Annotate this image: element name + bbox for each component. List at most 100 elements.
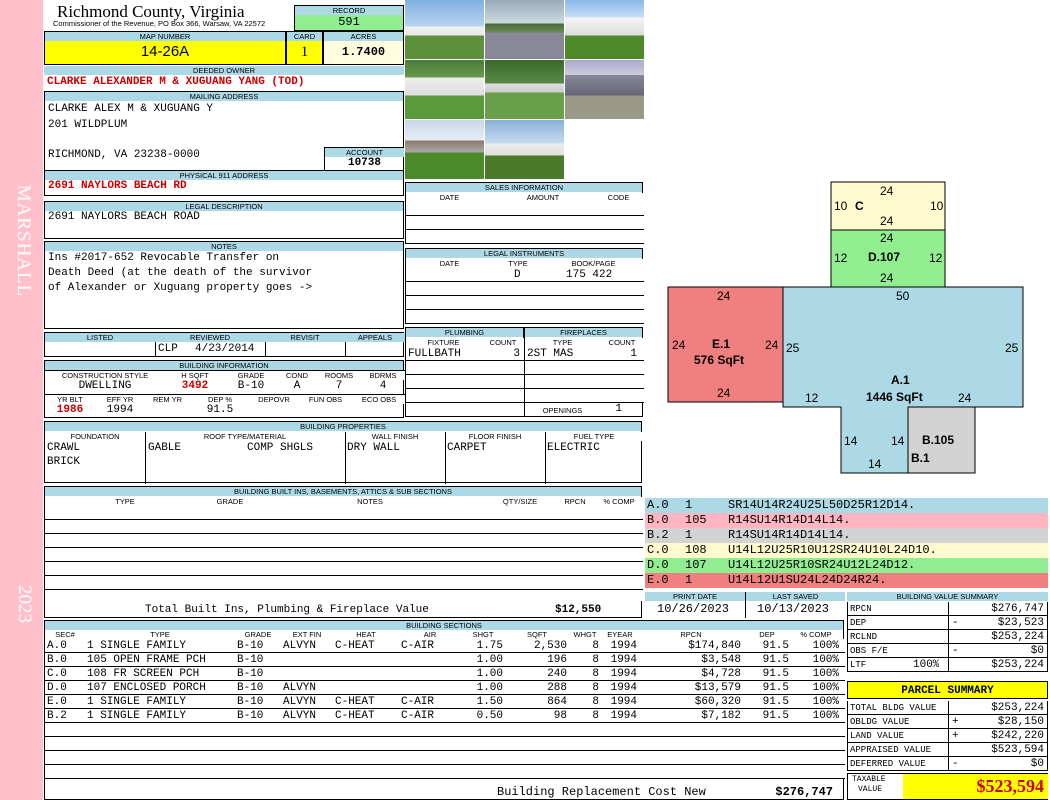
photo-house-4 [485,60,564,119]
bvs-row: LTF 100% $253,224 [847,658,1048,672]
svg-text:24: 24 [717,386,731,400]
svg-text:25: 25 [786,341,800,355]
parcel-summary: PARCEL SUMMARY TOTAL BLDG VALUE $253,224 O… [847,681,1048,800]
replacement-cost-value: $276,747 [775,785,833,799]
photo-house-1 [405,0,484,59]
sketch-legend: A.0 1 SR14U14R24U25L50D25R12D14. B.0 105 R14S… [645,498,1048,588]
photo-grid [405,0,645,180]
plumbing-section: PLUMBING FIXTURE COUNT FULLBATH 3 [405,327,525,417]
legend-row: B.2 1 R14SU14R14D14L14. [645,528,1048,543]
taxable-box: TAXABLE VALUE $523,594 [847,773,1048,800]
svg-text:576 SqFt: 576 SqFt [694,353,744,367]
table-row: E.0 1 SINGLE FAMILY B-10 ALVYN C-HEAT C-AIR 1.… [47,696,839,708]
notes-section: NOTES Ins #2017-652 Revocable Transfer o… [44,241,404,329]
account-box: ACCOUNT 10738 [324,147,404,171]
sketch-e-label: E.1 [712,337,730,351]
taxable-value: $523,594 [903,774,1048,799]
table-row: C.0 108 FR SCREEN PCH B-10 1.00 240 8 1994 $4,7… [47,668,839,680]
sidebar-year: 2023 [14,585,35,623]
replacement-cost-label: Building Replacement Cost New [497,785,706,799]
svg-text:24: 24 [880,231,894,245]
building-value-summary: BUILDING VALUE SUMMARY RPCN $276,747 DEP - $… [847,592,1048,674]
legal-desc-section: LEGAL DESCRIPTION 2691 NAYLORS BEACH ROA… [44,201,404,239]
acres-box: ACRES 1.7400 [323,31,404,65]
svg-text:24: 24 [958,391,972,405]
photo-house-2 [565,0,644,59]
built-ins-total-label: Total Built Ins, Plumbing & Fireplace Va… [145,604,429,616]
svg-text:B.1: B.1 [911,451,930,465]
legend-row: B.0 105 R14SU14R14D14L14. [645,513,1048,528]
svg-text:50: 50 [896,289,910,303]
parcel-row: TOTAL BLDG VALUE $253,224 [847,701,1048,715]
sketch-d-label: D.107 [868,250,900,264]
building-info-section: BUILDING INFORMATION CONSTRUCTION STYLE … [44,360,405,418]
map-box: MAP NUMBER 14-26A [44,31,286,65]
parcel-row: LAND VALUE + $242,220 [847,729,1048,743]
built-ins-total: $12,550 [555,604,602,616]
legend-row: E.0 1 U14L12U1SU24L24D24R24. [645,573,1048,588]
parcel-row: OBLDG VALUE + $28,150 [847,715,1048,729]
parcel-row: APPRAISED VALUE $523,594 [847,743,1048,757]
sidebar-name: MARSHALL [13,184,34,298]
sales-info-section: SALES INFORMATION DATE AMOUNT CODE [405,182,644,244]
bvs-row: DEP - $23,523 [847,616,1048,630]
deeded-owner-section: DEEDED OWNER CLARKE ALEXANDER M & XUGUAN… [44,66,404,91]
account-number: 10738 [347,157,381,169]
table-row: D.0 107 ENCLOSED PORCH B-10 ALVYN 1.00 288 8 19… [47,682,839,694]
photo-water-1 [485,0,564,59]
building-sections-table: BUILDING SECTIONS SEC# TYPE GRADE EXT FIN HE… [44,620,845,800]
record-box: RECORD 591 [294,5,404,31]
legal-description: 2691 NAYLORS BEACH ROAD [48,211,200,223]
svg-text:10: 10 [930,199,944,213]
physical-address-section: PHYSICAL 911 ADDRESS 2691 NAYLORS BEACH … [44,171,404,196]
svg-text:25: 25 [1005,341,1019,355]
sketch-c-label: C [855,199,864,213]
table-row: B.2 1 SINGLE FAMILY B-10 ALVYN C-HEAT C-AIR 0.… [47,710,839,722]
photo-gazebo [405,120,484,179]
deeded-owner: CLARKE ALEXANDER M & XUGUANG YANG (TOD) [47,76,305,88]
svg-text:10: 10 [834,199,848,213]
svg-text:24: 24 [672,338,686,352]
svg-text:24: 24 [880,184,894,198]
svg-text:1446 SqFt: 1446 SqFt [866,390,923,404]
photo-house-3 [405,60,484,119]
svg-text:24: 24 [765,338,779,352]
svg-text:24: 24 [880,271,894,285]
sketch-b-label: B.105 [922,433,954,447]
parcel-row: DEFERRED VALUE - $0 [847,757,1048,771]
map-number: 14-26A [140,43,190,60]
commissioner: Commissioner of the Revenue, PO Box 366,… [53,19,266,28]
svg-text:14: 14 [891,434,905,448]
parcel-summary-title: PARCEL SUMMARY [847,681,1048,699]
record-number: 591 [295,15,403,30]
svg-text:24: 24 [717,289,731,303]
svg-text:24: 24 [880,214,894,228]
table-row: A.0 1 SINGLE FAMILY B-10 ALVYN C-HEAT C-AIR 1.… [47,640,839,652]
bvs-row: OBS F/E - $0 [847,644,1048,658]
photo-pier [565,60,644,119]
card-box: CARD 1 [286,31,323,65]
svg-text:12: 12 [929,251,943,265]
svg-text:14: 14 [868,457,882,471]
svg-text:12: 12 [805,391,819,405]
built-ins-section: BUILDING BUILT INS, BASEMENTS, ATTICS & … [44,486,643,618]
print-date: 10/26/2023 [657,602,730,616]
table-row: B.0 105 OPEN FRAME PCH B-10 1.00 196 8 1994 $3,… [47,654,839,666]
legend-row: A.0 1 SR14U14R24U25L50D25R12D14. [645,498,1048,513]
review-section: LISTED REVIEWED REVISIT APPEALS CLP 4/23… [44,332,405,357]
building-sketch: C 24 24 10 10 D.107 24 24 12 12 24 24 24… [667,181,1024,474]
legend-row: C.0 108 U14L12U25R10U12SR24U10L24D10. [645,543,1048,558]
legal-instruments-section: LEGAL INSTRUMENTS DATE TYPE BOOK/PAGE D … [405,248,644,324]
svg-text:14: 14 [844,434,858,448]
fireplaces-section: FIREPLACES TYPE COUNT 2ST MAS 1 OPENINGS… [524,327,644,417]
mailing-address-section: MAILING ADDRESS CLARKE ALEX M & XUGUANG … [44,91,404,171]
sidebar [0,0,43,800]
photo-house-5 [485,120,564,179]
physical-address: 2691 NAYLORS BEACH RD [48,180,187,192]
bvs-row: RPCN $276,747 [847,602,1048,616]
legend-row: D.0 107 U14L12U25R10SR24U12L24D12. [645,558,1048,573]
last-saved: 10/13/2023 [757,602,830,616]
svg-text:12: 12 [834,251,848,265]
dates-section: PRINT DATE LAST SAVED 10/26/2023 10/13/2… [645,592,845,618]
bvs-row: RCLND $253,224 [847,630,1048,644]
